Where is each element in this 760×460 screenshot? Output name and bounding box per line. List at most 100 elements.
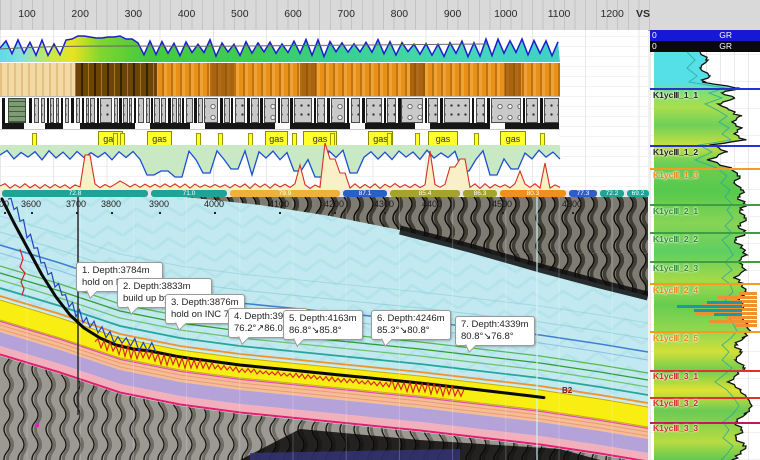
gas-histogram-bar-teal [694,309,742,312]
lithology-block-gray [198,98,203,123]
gr-header-min: 0 [652,30,657,41]
gas-histogram-bar-teal [714,313,742,316]
lithology-block-dots [235,98,245,123]
lithology-block-bar [97,98,99,123]
md-depth-tick-dot [76,212,78,214]
lithology-block-bar [119,98,122,123]
gas-histogram-bar-orange [709,320,757,323]
lithology-block-bar [425,98,427,123]
annotation-callout[interactable]: 5. Depth:4163m86.8°↘85.8° [283,310,363,340]
lithology-block-gray [146,98,150,123]
gr-correlation-panel[interactable]: 0GR0GRK1ycⅢ_1_1K1ycⅢ_1_2K1ycⅢ_1_3K1ycⅢ_2… [650,0,760,460]
formation-marker-label[interactable]: K1ycⅢ_2_4 [653,285,698,296]
gas-tick-mark [387,133,392,146]
annotation-depth-text: 1. Depth:3784m [82,265,157,277]
lithology-block-dots [526,98,538,123]
lithology-block-bar [134,98,136,123]
md-depth-tick-dot [334,212,336,214]
vs-ruler-unit-label: VS [636,8,650,20]
inclination-segment: 80.3 [500,190,566,197]
lithology-block-bar [327,98,330,123]
lithology-block-dots [428,98,438,123]
annotation-depth-text: 5. Depth:4163m [289,313,357,325]
md-depth-tick-dot [432,212,434,214]
image-log-track[interactable] [0,63,560,96]
gas-histogram-bar-teal [677,305,742,308]
inclination-segment: 72.2 [600,190,624,197]
vs-ruler-tick: 1200 [601,8,624,20]
md-depth-tick-dot [159,212,161,214]
lithology-block-dots [186,98,193,123]
formation-marker-label[interactable]: K1ycⅢ_2_3 [653,263,698,274]
inclination-segment: 87.1 [343,190,387,197]
lithology-block-bar [384,98,386,123]
annotation-callout[interactable]: 7. Depth:4339m80.8°↘76.8° [455,316,535,346]
lithology-block-bar [71,98,74,123]
formation-marker-label[interactable]: K1ycⅢ_1_3 [653,170,698,181]
image-log-patch [210,63,234,96]
lithology-block-bar [523,98,525,123]
md-depth-tick-dot [111,212,113,214]
inclination-segment-bar[interactable]: 72.871.079.987.185.486.380.377.372.269.2 [0,190,650,197]
gr-panel-ruler-corner [650,0,760,31]
lithology-block-dots [387,98,396,123]
image-log-patch [505,63,521,96]
formation-marker-label[interactable]: K1ycⅢ_3_1 [653,371,698,382]
lithology-block-bar [314,98,316,123]
gas-tick-mark [292,133,297,146]
gas-tick-mark [120,133,125,146]
image-log-patch [300,63,316,96]
geosteering-app-window: 100200300400500600700800900100011001200V… [0,0,760,460]
formation-marker-label[interactable]: K1ycⅢ_2_5 [653,333,698,344]
lithology-block-dots [251,98,259,123]
vs-ruler-tick: 500 [231,8,249,20]
lithology-block-gray [76,98,80,123]
formation-marker-label[interactable]: K1ycⅢ_1_2 [653,147,698,158]
lithology-block-circ [264,98,276,123]
vs-ruler-tick: 100 [18,8,36,20]
gas-histogram-bar-teal [707,301,742,304]
gas-histogram-bar-orange [735,324,757,327]
formation-marker-label[interactable]: K1ycⅢ_3_3 [653,423,698,434]
lithology-block-bar [362,98,365,123]
lithology-block-dots [281,98,289,123]
lithology-block-gray [86,98,89,123]
annotation-callout[interactable]: 6. Depth:4246m85.3°↘80.8° [371,310,451,340]
lithology-block-bar [540,98,543,123]
image-log-dark-zone [75,63,157,96]
formation-marker-label[interactable]: K1ycⅢ_3_2 [653,398,698,409]
lithology-block-bar [220,98,223,123]
inclination-segment: 71.0 [151,190,227,197]
vs-ruler-tick: 400 [178,8,196,20]
gas-label-box: gas [428,131,458,147]
lithology-block-bar [440,98,443,123]
lithology-track[interactable] [0,96,560,130]
formation-marker-label[interactable]: K1ycⅢ_1_1 [653,90,698,101]
gas-tick-mark [113,133,118,146]
md-depth-tick-dot [214,212,216,214]
gr-header-min: 0 [652,41,657,52]
lithology-block-dots [351,98,360,123]
annotation-depth-text: 6. Depth:4246m [377,313,445,325]
lithology-block-dots [154,98,160,123]
image-log-patch [410,63,425,96]
gas-show-track[interactable]: gasgasgasgasgasgasgas [0,129,560,149]
lithology-block-dots [100,98,112,123]
annotation-depth-text: 3. Depth:3876m [171,297,239,309]
formation-marker-label[interactable]: K1ycⅢ_2_2 [653,234,698,245]
annotation-action-text: 85.3°↘80.8° [377,325,445,337]
lithology-block-dots [366,98,382,123]
annotation-depth-text: 7. Depth:4339m [461,319,529,331]
formation-marker-label[interactable]: K1ycⅢ_2_1 [653,206,698,217]
vs-ruler[interactable]: 100200300400500600700800900100011001200V… [0,0,760,31]
lithology-block-gray [114,98,118,123]
lithology-block-gray [90,98,95,123]
lithology-block-gray [224,98,230,123]
inclination-segment: 69.2 [627,190,649,197]
image-log-light-zone [0,63,75,96]
gas-tick-mark [474,133,479,146]
gas-label-box: gas [265,131,288,147]
lithology-block-bar [487,98,490,123]
lithology-block-dots [544,98,559,123]
lithology-block-bar [29,98,32,123]
